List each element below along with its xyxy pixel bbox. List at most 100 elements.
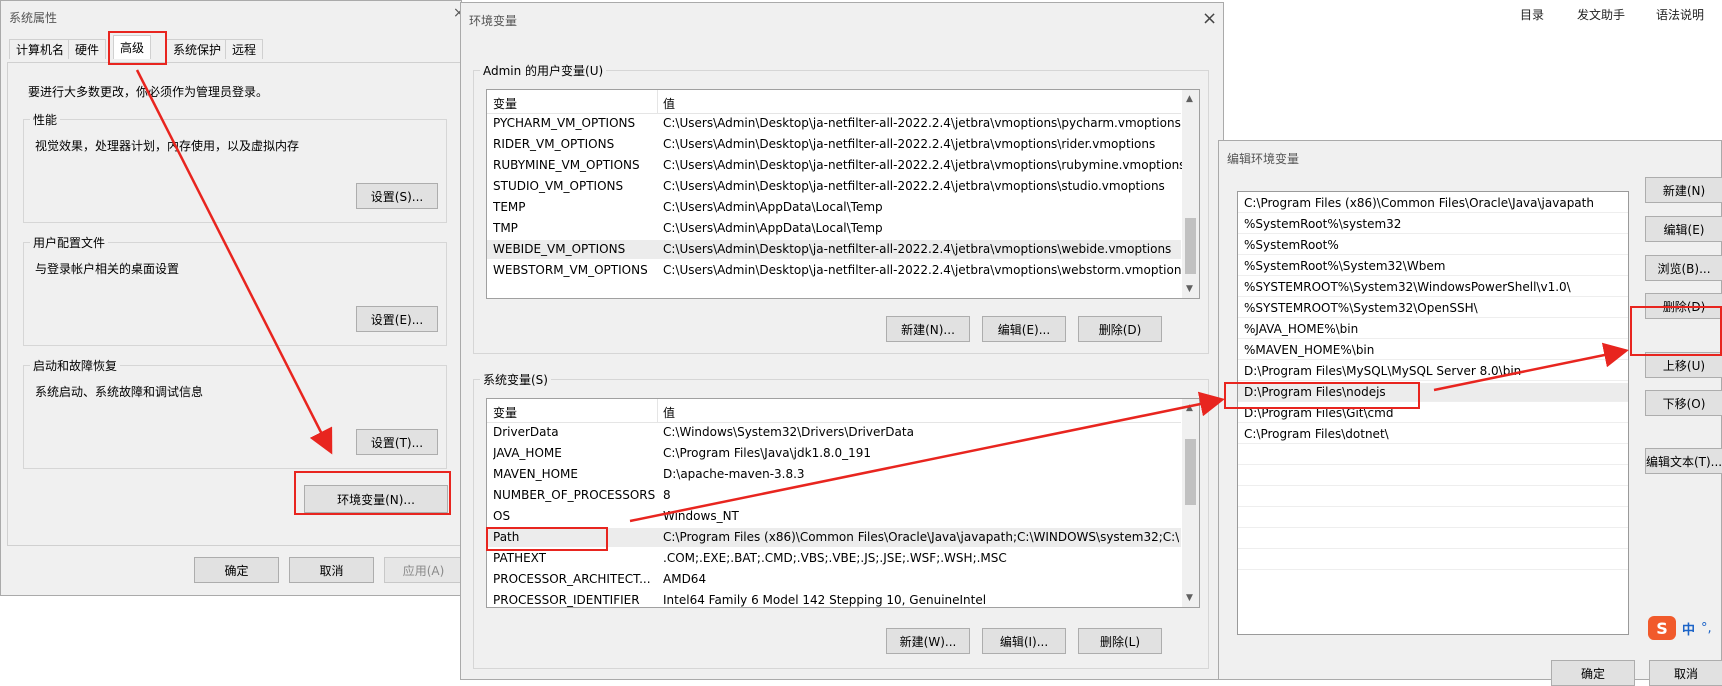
table-row[interactable]: PROCESSOR_ARCHITECT... AMD64 [487, 570, 1181, 589]
table-row[interactable]: MAVEN_HOME D:\apache-maven-3.8.3 [487, 465, 1181, 484]
list-item[interactable]: %SYSTEMROOT%\System32\OpenSSH\ [1238, 299, 1628, 318]
variable-value: C:\Users\Admin\Desktop\ja-netfilter-all-… [663, 116, 1181, 130]
table-row[interactable]: TEMP C:\Users\Admin\AppData\Local\Temp [487, 198, 1181, 217]
list-item[interactable]: %SystemRoot%\System32\Wbem [1238, 257, 1628, 276]
variable-name: WEBSTORM_VM_OPTIONS [493, 263, 648, 277]
variable-value: C:\Users\Admin\Desktop\ja-netfilter-all-… [663, 242, 1172, 256]
table-row[interactable]: STUDIO_VM_OPTIONS C:\Users\Admin\Desktop\… [487, 177, 1181, 196]
vertical-scrollbar[interactable]: ▲ ▼ [1182, 399, 1199, 607]
system-variables-group: 系统变量(S) 变量 值 DriverData C:\Windows\System… [473, 371, 1209, 669]
list-item[interactable]: %SystemRoot% [1238, 236, 1628, 255]
user-variables-list[interactable]: 变量 值 PYCHARM_VM_OPTIONS C:\Users\Admin\De… [486, 89, 1200, 299]
user-profile-group: 用户配置文件 与登录帐户相关的桌面设置 设置(E)... [23, 234, 447, 346]
list-item[interactable]: %SystemRoot%\system32 [1238, 215, 1628, 234]
table-row[interactable]: WEBIDE_VM_OPTIONS C:\Users\Admin\Desktop\… [487, 240, 1181, 259]
startup-recovery-desc: 系统启动、系统故障和调试信息 [35, 385, 204, 399]
user-edit-button[interactable]: 编辑(E)... [982, 316, 1066, 342]
column-header-variable[interactable]: 变量 [493, 95, 517, 112]
table-row[interactable]: DriverData C:\Windows\System32\Drivers\Dr… [487, 423, 1181, 442]
system-edit-button[interactable]: 编辑(I)... [982, 628, 1066, 654]
environment-variables-window: 环境变量 × Admin 的用户变量(U) 变量 值 PYCHARM_VM_OP… [460, 2, 1224, 680]
table-row[interactable]: PROCESSOR_IDENTIFIER Intel64 Family 6 Mod… [487, 591, 1181, 607]
scroll-down-icon[interactable]: ▼ [1186, 593, 1193, 603]
ok-button[interactable]: 确定 [194, 557, 279, 583]
edit-environment-variable-window: 编辑环境变量 C:\Program Files (x86)\Common Fil… [1218, 140, 1722, 686]
list-item[interactable] [1238, 488, 1628, 507]
list-item[interactable] [1238, 467, 1628, 486]
table-row[interactable]: RIDER_VM_OPTIONS C:\Users\Admin\Desktop\j… [487, 135, 1181, 154]
path-entry: %SystemRoot% [1244, 238, 1339, 252]
list-item[interactable] [1238, 530, 1628, 549]
table-row[interactable]: RUBYMINE_VM_OPTIONS C:\Users\Admin\Deskto… [487, 156, 1185, 175]
table-row[interactable]: JAVA_HOME C:\Program Files\Java\jdk1.8.0_… [487, 444, 1181, 463]
column-divider [657, 399, 658, 423]
toolbar-item-publish-assistant[interactable]: 发文助手 [1577, 6, 1625, 23]
column-header-value[interactable]: 值 [663, 404, 675, 421]
tab-computer-name[interactable]: 计算机名 [9, 39, 72, 59]
list-item[interactable]: C:\Program Files\dotnet\ [1238, 425, 1628, 444]
user-delete-button[interactable]: 删除(D) [1078, 316, 1162, 342]
edit-button[interactable]: 编辑(E) [1645, 216, 1722, 242]
performance-desc: 视觉效果，处理器计划，内存使用，以及虚拟内存 [35, 139, 300, 153]
list-item[interactable]: %JAVA_HOME%\bin [1238, 320, 1628, 339]
column-header-value[interactable]: 值 [663, 95, 675, 112]
cancel-button[interactable]: 取消 [289, 557, 374, 583]
scroll-down-icon[interactable]: ▼ [1186, 284, 1193, 294]
variable-name: STUDIO_VM_OPTIONS [493, 179, 624, 193]
path-entry: %SystemRoot%\system32 [1244, 217, 1402, 231]
toolbar-item-toc[interactable]: 目录 [1520, 6, 1544, 23]
scroll-up-icon[interactable]: ▲ [1186, 94, 1193, 104]
system-new-button[interactable]: 新建(W)... [886, 628, 970, 654]
performance-settings-button[interactable]: 设置(S)... [356, 183, 438, 209]
path-entry: %SYSTEMROOT%\System32\OpenSSH\ [1244, 301, 1478, 315]
ime-indicator[interactable]: S 中 °, [1648, 616, 1712, 640]
user-profile-settings-button[interactable]: 设置(E)... [356, 306, 438, 332]
edit-text-button[interactable]: 编辑文本(T)... [1645, 448, 1722, 474]
apply-button[interactable]: 应用(A) [384, 557, 463, 583]
column-header-variable[interactable]: 变量 [493, 404, 517, 421]
startup-settings-button[interactable]: 设置(T)... [356, 429, 438, 455]
list-item[interactable] [1238, 551, 1628, 570]
user-new-button[interactable]: 新建(N)... [886, 316, 970, 342]
close-icon[interactable]: × [1202, 8, 1217, 29]
sogou-ime-icon[interactable]: S [1648, 616, 1676, 640]
table-row[interactable]: TMP C:\Users\Admin\AppData\Local\Temp [487, 219, 1181, 238]
column-divider [657, 90, 658, 114]
list-item[interactable] [1238, 446, 1628, 465]
ok-button[interactable]: 确定 [1551, 660, 1635, 686]
variable-value: 8 [663, 488, 671, 502]
scrollbar-thumb[interactable] [1185, 218, 1196, 274]
browse-button[interactable]: 浏览(B)... [1645, 255, 1722, 281]
scroll-up-icon[interactable]: ▲ [1186, 403, 1193, 413]
toolbar-item-syntax-help[interactable]: 语法说明 [1656, 6, 1704, 23]
list-item[interactable]: C:\Program Files (x86)\Common Files\Orac… [1238, 194, 1628, 213]
variable-value: D:\apache-maven-3.8.3 [663, 467, 805, 481]
variable-name: WEBIDE_VM_OPTIONS [493, 242, 626, 256]
cancel-button[interactable]: 取消 [1649, 660, 1722, 686]
list-item[interactable]: %MAVEN_HOME%\bin [1238, 341, 1628, 360]
tab-remote[interactable]: 远程 [225, 39, 264, 59]
table-row[interactable]: NUMBER_OF_PROCESSORS 8 [487, 486, 1181, 505]
vertical-scrollbar[interactable]: ▲ ▼ [1182, 90, 1199, 298]
ime-mode-label[interactable]: 中 [1682, 619, 1695, 638]
path-entries-list[interactable]: C:\Program Files (x86)\Common Files\Orac… [1237, 191, 1629, 635]
system-variables-list[interactable]: 变量 值 DriverData C:\Windows\System32\Drive… [486, 398, 1200, 608]
scrollbar-thumb[interactable] [1185, 439, 1196, 505]
path-entry: %JAVA_HOME%\bin [1244, 322, 1359, 336]
list-item[interactable]: D:\Program Files\MySQL\MySQL Server 8.0\… [1238, 362, 1628, 381]
table-row[interactable]: PYCHARM_VM_OPTIONS C:\Users\Admin\Desktop… [487, 114, 1181, 133]
move-down-button[interactable]: 下移(O) [1645, 390, 1722, 416]
list-item[interactable]: %SYSTEMROOT%\System32\WindowsPowerShell\… [1238, 278, 1628, 297]
user-profile-desc: 与登录帐户相关的桌面设置 [35, 262, 180, 276]
table-row[interactable]: WEBSTORM_VM_OPTIONS C:\Users\Admin\Deskto… [487, 261, 1188, 280]
variable-value: C:\Windows\System32\Drivers\DriverData [663, 425, 914, 439]
table-row[interactable]: OS Windows_NT [487, 507, 1181, 526]
list-item[interactable] [1238, 509, 1628, 528]
tab-hardware[interactable]: 硬件 [68, 39, 107, 59]
tab-system-protection[interactable]: 系统保护 [166, 39, 229, 59]
startup-recovery-title: 启动和故障恢复 [30, 357, 121, 374]
system-delete-button[interactable]: 删除(L) [1078, 628, 1162, 654]
new-button[interactable]: 新建(N) [1645, 177, 1722, 203]
table-row[interactable]: PATHEXT .COM;.EXE;.BAT;.CMD;.VBS;.VBE;.JS… [487, 549, 1181, 568]
ime-punct-label[interactable]: °, [1701, 621, 1712, 636]
